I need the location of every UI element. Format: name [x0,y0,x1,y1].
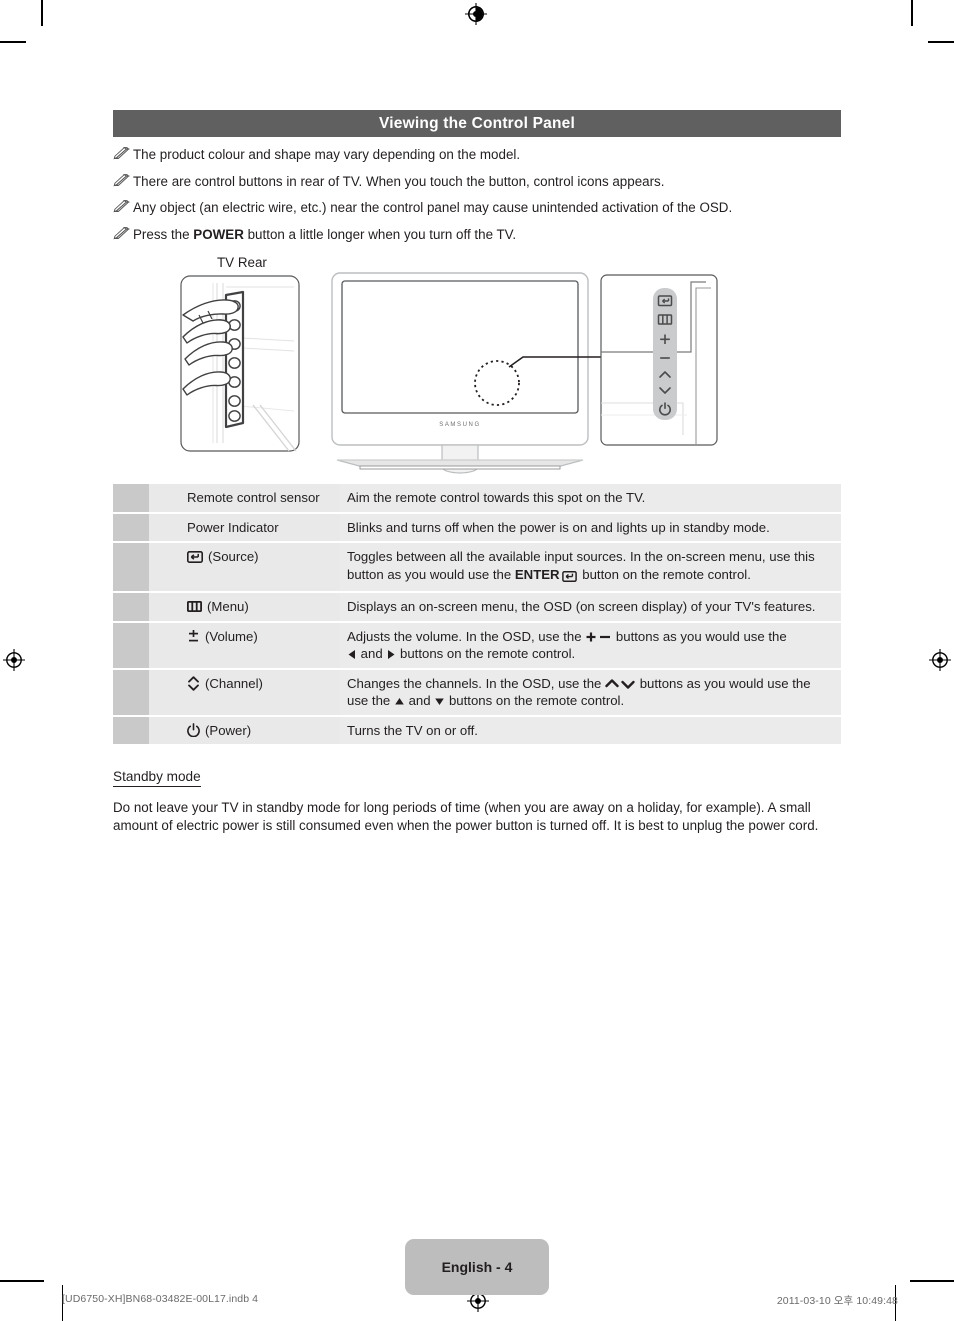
illustration-svg: SAMSUNG [180,272,718,474]
menu-icon [187,601,202,612]
standby-body: Do not leave your TV in standby mode for… [113,800,819,833]
note-text: Any object (an electric wire, etc.) near… [133,200,733,215]
row-description: Displays an on-screen menu, the OSD (on … [340,593,841,621]
pencil-icon [113,226,133,240]
row-label: (Source) [208,549,259,564]
row-description: Changes the channels. In the OSD, use th… [340,669,841,715]
row-description: Turns the TV on or off. [340,716,841,744]
row-label-cell: Remote control sensor [149,484,340,512]
page-title: Viewing the Control Panel [113,110,841,137]
enter-icon [561,569,577,587]
desc-mid: buttons as you would use the [636,675,811,691]
desc-line2: and buttons on the remote control. [347,646,575,661]
table-row: Remote control sensor Aim the remote con… [113,484,841,512]
row-label-cell: (Menu) [149,593,340,621]
row-swatch [113,622,149,668]
row-description: Adjusts the volume. In the OSD, use the … [340,622,841,668]
notes-list: The product colour and shape may vary de… [113,146,841,252]
channel-icon [187,675,200,691]
note-text-bold: POWER [193,226,244,242]
row-label-cell: (Power) [149,716,340,744]
control-panel-table: Remote control sensor Aim the remote con… [113,484,841,746]
pencil-icon [113,146,133,160]
chevron-up-down-icons [605,678,636,690]
source-icon [187,550,203,563]
up-triangle-icon [394,696,405,707]
registration-mark-right [929,649,951,671]
row-label-cell: (Channel) [149,669,340,715]
row-label-cell: (Source) [149,543,340,591]
crop-mark-bottom-right-h [910,1280,954,1282]
page-content: Viewing the Control Panel The product co… [113,0,841,1321]
page-number-badge: English - 4 [405,1239,549,1295]
tv-front-group: SAMSUNG [331,272,633,474]
footer-filename: [UD6750-XH]BN68-03482E-00L17.indb 4 [62,1293,259,1305]
table-row: Power Indicator Blinks and turns off whe… [113,513,841,541]
desc-pre: Adjusts the volume. In the OSD, use the [347,628,586,644]
samsung-brand-text: SAMSUNG [439,422,481,428]
row-label: Power Indicator [187,519,279,535]
hand-detail-group [180,275,300,452]
crop-mark-bottom-left-h [0,1280,44,1282]
note-item: Press the POWER button a little longer w… [113,226,841,243]
right-triangle-icon [386,649,396,660]
row-label: Remote control sensor [187,490,320,505]
crop-mark-top-left-h [0,41,26,43]
control-panel-illustration: TV Rear SAMSUNG [113,255,841,475]
note-text: Press the POWER button a little longer w… [133,226,841,243]
standby-section: Standby mode Do not leave your TV in sta… [113,768,841,835]
desc-mid: buttons as you would use the [612,628,787,644]
table-row: (Volume) Adjusts the volume. In the OSD,… [113,622,841,668]
note-text-post: button a little longer when you turn off… [243,226,517,242]
table-row: (Power) Turns the TV on or off. [113,716,841,744]
note-item: The product colour and shape may vary de… [113,146,841,163]
row-swatch [113,593,149,621]
row-label-cell: (Volume) [149,622,340,668]
row-swatch [113,669,149,715]
desc-post: button on the remote control. [578,566,751,582]
desc-post: buttons on the remote control. [396,646,576,661]
row-swatch [113,716,149,744]
table-row: (Source) Toggles between all the availab… [113,543,841,591]
desc-pre: Changes the channels. In the OSD, use th… [347,675,606,691]
pencil-icon [113,199,133,213]
row-swatch [113,484,149,512]
desc-post: buttons on the remote control. [445,693,625,708]
crop-mark-top-right-v [911,0,913,26]
note-text-pre: Press the [133,226,194,242]
row-label: (Volume) [205,628,258,644]
row-label-cell: Power Indicator [149,513,340,541]
left-triangle-icon [347,649,357,660]
registration-mark-left [3,649,25,671]
row-label: (Menu) [207,599,249,614]
note-text: There are control buttons in rear of TV.… [133,173,665,189]
crop-mark-top-right-h [928,41,954,43]
standby-heading: Standby mode [113,769,201,787]
footer-timestamp: 2011-03-10 오후 10:49:48 [776,1295,898,1307]
plus-minus-icons [585,631,612,643]
pencil-icon [113,173,133,187]
desc-bold: ENTER [514,566,560,582]
crop-mark-top-left-v [41,0,43,26]
row-label: (Channel) [205,675,263,691]
row-label: (Power) [205,722,252,738]
down-triangle-icon [434,696,445,707]
control-panel-detail-group [600,274,718,446]
note-item: There are control buttons in rear of TV.… [113,173,841,190]
row-description: Aim the remote control towards this spot… [340,484,841,512]
note-text: The product colour and shape may vary de… [133,147,521,162]
volume-icon [187,629,200,643]
table-row: (Menu) Displays an on-screen menu, the O… [113,593,841,621]
row-swatch [113,543,149,591]
power-icon [187,723,200,737]
note-item: Any object (an electric wire, etc.) near… [113,199,841,216]
table-row: (Channel) Changes the channels. In the O… [113,669,841,715]
row-description: Blinks and turns off when the power is o… [340,513,841,541]
row-swatch [113,513,149,541]
row-description: Toggles between all the available input … [340,543,841,591]
desc-line2: use the and buttons on the remote contro… [347,693,625,708]
